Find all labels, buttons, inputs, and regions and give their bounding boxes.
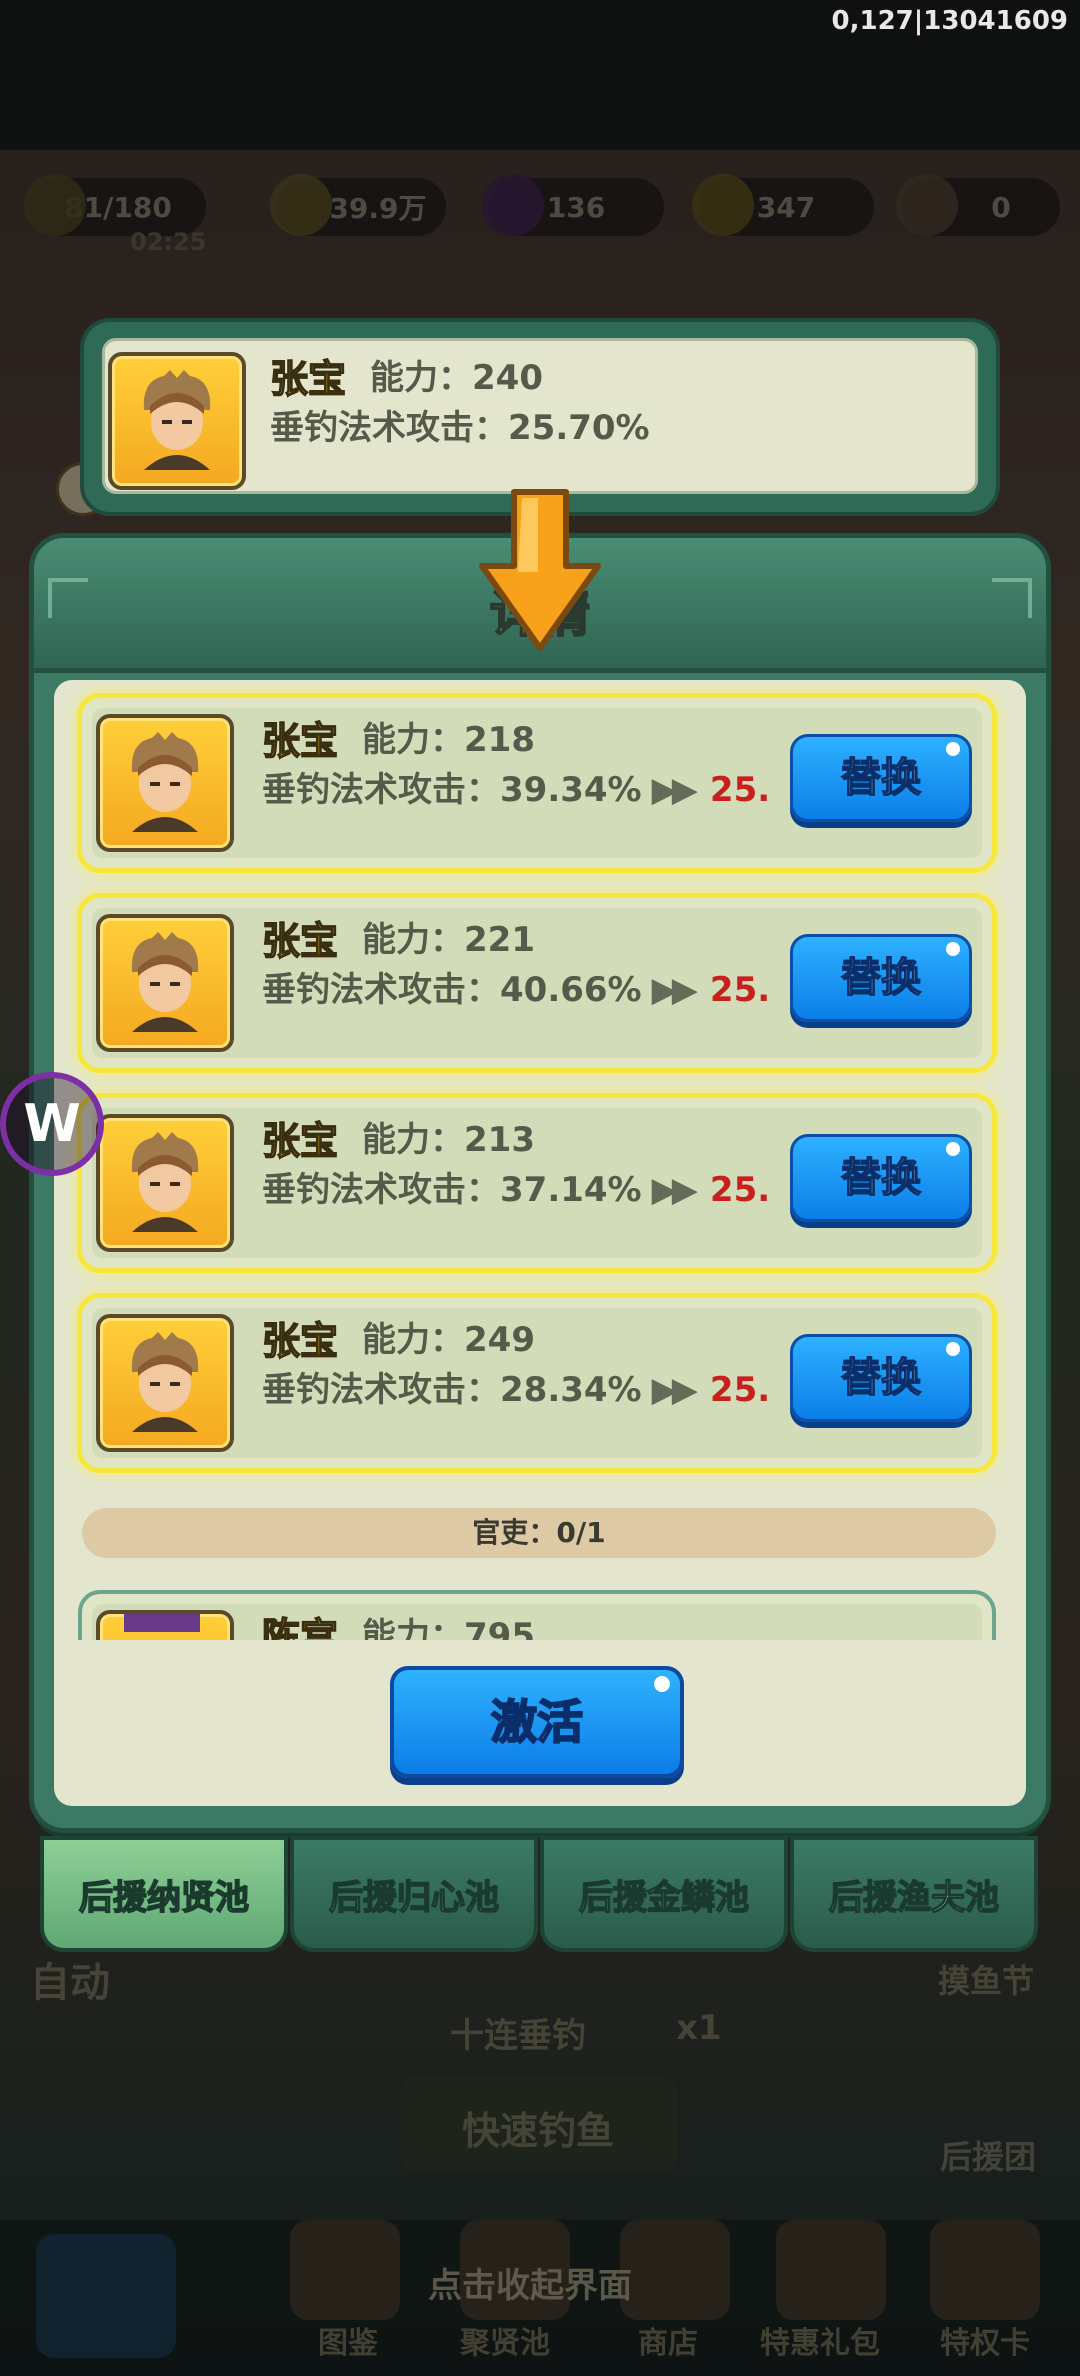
down-arrow-icon xyxy=(479,489,601,651)
replace-button[interactable]: 替换 xyxy=(790,934,972,1022)
candidate-name: 张宝 xyxy=(261,918,339,964)
candidate-ability: 能力：795 xyxy=(362,1616,535,1640)
current-item-name: 张宝 xyxy=(269,356,347,402)
current-item-card: 张宝 能力：240 垂钓法术攻击：25.70% xyxy=(84,322,996,512)
candidate-list[interactable]: 张宝 能力：218 垂钓法术攻击：39.34%▶▶25.70 替换 张宝 能力：… xyxy=(54,680,1026,1640)
candidate-name: 张宝 xyxy=(261,1318,339,1364)
panel-body: 张宝 能力：218 垂钓法术攻击：39.34%▶▶25.70 替换 张宝 能力：… xyxy=(54,680,1026,1806)
replace-button[interactable]: 替换 xyxy=(790,734,972,822)
zhangbao-portrait-icon xyxy=(108,352,246,490)
tab-yufu-pool[interactable]: 后援渔夫池 xyxy=(794,1840,1034,1948)
replace-button[interactable]: 替换 xyxy=(790,1134,972,1222)
candidate-attr: 垂钓法术攻击：28.34%▶▶25.70 xyxy=(262,1370,772,1410)
candidate-ability: 能力：221 xyxy=(362,920,535,960)
candidate-row: 张宝 能力：218 垂钓法术攻击：39.34%▶▶25.70 替换 xyxy=(82,698,992,868)
current-item-ability: 能力：240 xyxy=(370,358,543,398)
section-label-official: 官吏：0/1 xyxy=(82,1508,996,1558)
chengong-portrait-icon xyxy=(96,1610,234,1640)
candidate-ability: 能力：249 xyxy=(362,1320,535,1360)
tab-jinlin-pool[interactable]: 后援金鳞池 xyxy=(544,1840,784,1948)
session-id-text: 0,127|13041609 xyxy=(831,6,1068,36)
double-arrow-icon: ▶▶ xyxy=(651,1370,698,1410)
candidate-row: 张宝 能力：221 垂钓法术攻击：40.66%▶▶25.70 替换 xyxy=(82,898,992,1068)
activate-button[interactable]: 激活 xyxy=(390,1666,684,1778)
pool-tabs: 后援纳贤池 后援归心池 后援金鳞池 后援渔夫池 xyxy=(44,1840,1034,1956)
zhangbao-portrait-icon xyxy=(96,1314,234,1452)
candidate-attr: 垂钓法术攻击：40.66%▶▶25.70 xyxy=(262,970,772,1010)
details-panel: 详情 张宝 能力：218 垂钓法术攻击：39.34%▶▶25.70 替换 xyxy=(34,538,1046,1828)
candidate-row: 张宝 能力：213 垂钓法术攻击：37.14%▶▶25.70 替换 xyxy=(82,1098,992,1268)
candidate-name: 张宝 xyxy=(261,718,339,764)
replace-button[interactable]: 替换 xyxy=(790,1334,972,1422)
tab-nazian-pool[interactable]: 后援纳贤池 xyxy=(44,1840,284,1948)
double-arrow-icon: ▶▶ xyxy=(651,970,698,1010)
candidate-attr: 垂钓法术攻击：37.14%▶▶25.70 xyxy=(262,1170,772,1210)
candidate-row: 张宝 能力：249 垂钓法术攻击：28.34%▶▶25.70 替换 xyxy=(82,1298,992,1468)
double-arrow-icon: ▶▶ xyxy=(651,1170,698,1210)
zhangbao-portrait-icon xyxy=(96,1114,234,1252)
floating-w-badge-icon[interactable]: W xyxy=(0,1072,104,1176)
double-arrow-icon: ▶▶ xyxy=(651,770,698,810)
candidate-ability: 能力：218 xyxy=(362,720,535,760)
candidate-attr: 垂钓法术攻击：39.34%▶▶25.70 xyxy=(262,770,772,810)
candidate-row-partial: 陈宫 能力：795 xyxy=(82,1594,992,1640)
current-item-attr: 垂钓法术攻击：25.70% xyxy=(270,408,650,448)
candidate-name: 张宝 xyxy=(261,1118,339,1164)
candidate-name: 陈宫 xyxy=(261,1614,339,1640)
zhangbao-portrait-icon xyxy=(96,714,234,852)
candidate-ability: 能力：213 xyxy=(362,1120,535,1160)
zhangbao-portrait-icon xyxy=(96,914,234,1052)
tab-guixin-pool[interactable]: 后援归心池 xyxy=(294,1840,534,1948)
